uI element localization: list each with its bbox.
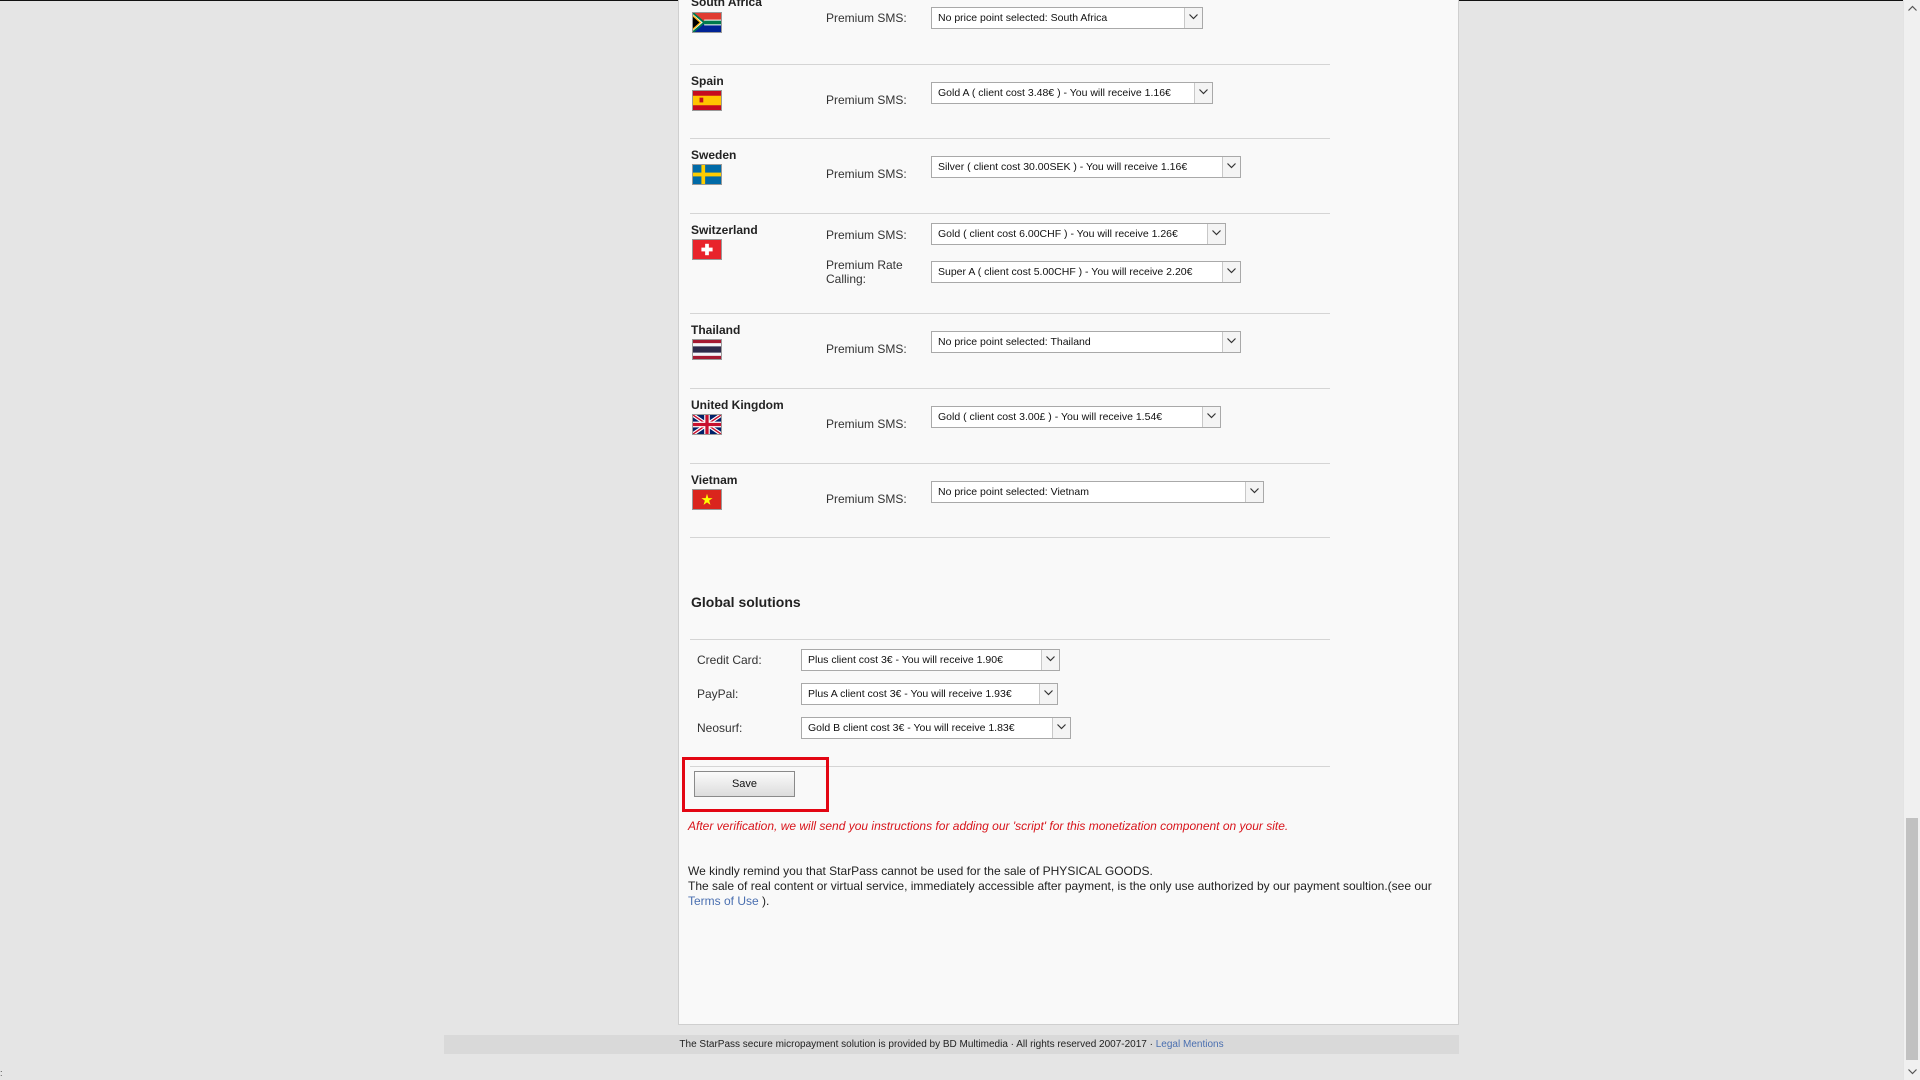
spain-flag-icon [692,90,722,111]
country-name: Sweden [691,148,737,162]
select-value: Gold A ( client cost 3.48€ ) - You will … [938,87,1171,99]
select-value: Silver ( client cost 30.00SEK ) - You wi… [938,161,1188,173]
select-value: Gold ( client cost 6.00CHF ) - You will … [938,228,1178,240]
select-value: Gold B client cost 3€ - You will receive… [808,722,1015,734]
united-kingdom-flag-icon [692,414,722,435]
terms-of-use-link[interactable]: Terms of Use [688,894,759,908]
chevron-down-icon [1207,224,1225,244]
select-value: No price point selected: South Africa [938,12,1108,24]
method-label: Premium SMS: [826,93,907,107]
country-row-thailand: Thailand Premium SMS: No price point sel… [690,314,1330,389]
select-value: Super A ( client cost 5.00CHF ) - You wi… [938,266,1193,278]
country-row-switzerland: Switzerland Premium SMS: Gold ( client c… [690,214,1330,314]
select-value: Plus client cost 3€ - You will receive 1… [808,654,1003,666]
paypal-label: PayPal: [697,687,739,701]
content-panel: South Africa Premium SMS: No price point… [678,0,1459,1025]
country-row-united-kingdom: United Kingdom Premium SMS: Gold ( clien… [690,389,1330,464]
vietnam-flag-icon [692,489,722,510]
select-value: Plus A client cost 3€ - You will receive… [808,688,1012,700]
country-row-south-africa: South Africa Premium SMS: No price point… [690,0,1330,65]
switzerland-calling-select[interactable]: Super A ( client cost 5.00CHF ) - You wi… [931,261,1241,283]
reminder-line-2: The sale of real content or virtual serv… [688,879,1448,909]
reminder-line-1: We kindly remind you that StarPass canno… [688,864,1153,878]
spain-sms-select[interactable]: Gold A ( client cost 3.48€ ) - You will … [931,82,1213,104]
country-row-vietnam: Vietnam Premium SMS: No price point sele… [690,464,1330,538]
south-africa-sms-select[interactable]: No price point selected: South Africa [931,7,1203,29]
neosurf-label: Neosurf: [697,721,743,735]
sweden-flag-icon [692,164,722,185]
footer: The StarPass secure micropayment solutio… [444,1035,1459,1054]
verification-note: After verification, we will send you ins… [688,819,1289,833]
credit-card-select[interactable]: Plus client cost 3€ - You will receive 1… [801,649,1060,671]
country-name: South Africa [691,0,762,9]
method-label: Premium Rate Calling: [826,258,903,286]
method-label: Premium SMS: [826,417,907,431]
global-solutions-title: Global solutions [691,594,801,610]
method-label: Premium SMS: [826,342,907,356]
country-row-spain: Spain Premium SMS: Gold A ( client cost … [690,65,1330,139]
method-label: Premium SMS: [826,167,907,181]
scroll-down-arrow-icon[interactable] [1904,1064,1920,1080]
resize-grip-icon: : [0,1068,3,1078]
country-name: Spain [691,74,724,88]
country-name: Switzerland [691,223,758,237]
paypal-select[interactable]: Plus A client cost 3€ - You will receive… [801,683,1058,705]
method-label: Premium SMS: [826,11,907,25]
thailand-flag-icon [692,339,722,360]
physical-goods-reminder: We kindly remind you that StarPass canno… [688,864,1448,909]
chevron-down-icon [1194,83,1212,103]
switzerland-sms-select[interactable]: Gold ( client cost 6.00CHF ) - You will … [931,223,1226,245]
sweden-sms-select[interactable]: Silver ( client cost 30.00SEK ) - You wi… [931,156,1241,178]
select-value: No price point selected: Thailand [938,336,1091,348]
divider [690,639,1330,640]
scroll-up-arrow-icon[interactable] [1904,0,1920,16]
chevron-down-icon [1222,332,1240,352]
country-row-sweden: Sweden Premium SMS: Silver ( client cost… [690,139,1330,214]
country-name: Thailand [691,323,741,337]
select-value: No price point selected: Vietnam [938,486,1089,498]
save-button[interactable]: Save [694,771,795,797]
vietnam-sms-select[interactable]: No price point selected: Vietnam [931,481,1264,503]
united-kingdom-sms-select[interactable]: Gold ( client cost 3.00£ ) - You will re… [931,406,1221,428]
chevron-down-icon [1245,482,1263,502]
chevron-down-icon [1184,8,1202,28]
neosurf-select[interactable]: Gold B client cost 3€ - You will receive… [801,717,1071,739]
chevron-down-icon [1222,157,1240,177]
south-africa-flag-icon [692,12,722,33]
select-value: Gold ( client cost 3.00£ ) - You will re… [938,411,1163,423]
switzerland-flag-icon [692,239,722,260]
chevron-down-icon [1041,650,1059,670]
footer-text: The StarPass secure micropayment solutio… [679,1039,1153,1050]
country-name: United Kingdom [691,398,784,412]
method-label: Premium SMS: [826,228,907,242]
chevron-down-icon [1052,718,1070,738]
reminder-text-end: ). [762,894,770,908]
legal-mentions-link[interactable]: Legal Mentions [1156,1039,1224,1050]
chevron-down-icon [1039,684,1057,704]
country-name: Vietnam [691,473,738,487]
chevron-down-icon [1202,407,1220,427]
method-label: Premium SMS: [826,492,907,506]
scroll-thumb[interactable] [1906,818,1918,1060]
chevron-down-icon [1222,262,1240,282]
reminder-text: The sale of real content or virtual serv… [688,879,1432,893]
vertical-scrollbar[interactable] [1903,0,1920,1080]
credit-card-label: Credit Card: [697,653,762,667]
thailand-sms-select[interactable]: No price point selected: Thailand [931,331,1241,353]
